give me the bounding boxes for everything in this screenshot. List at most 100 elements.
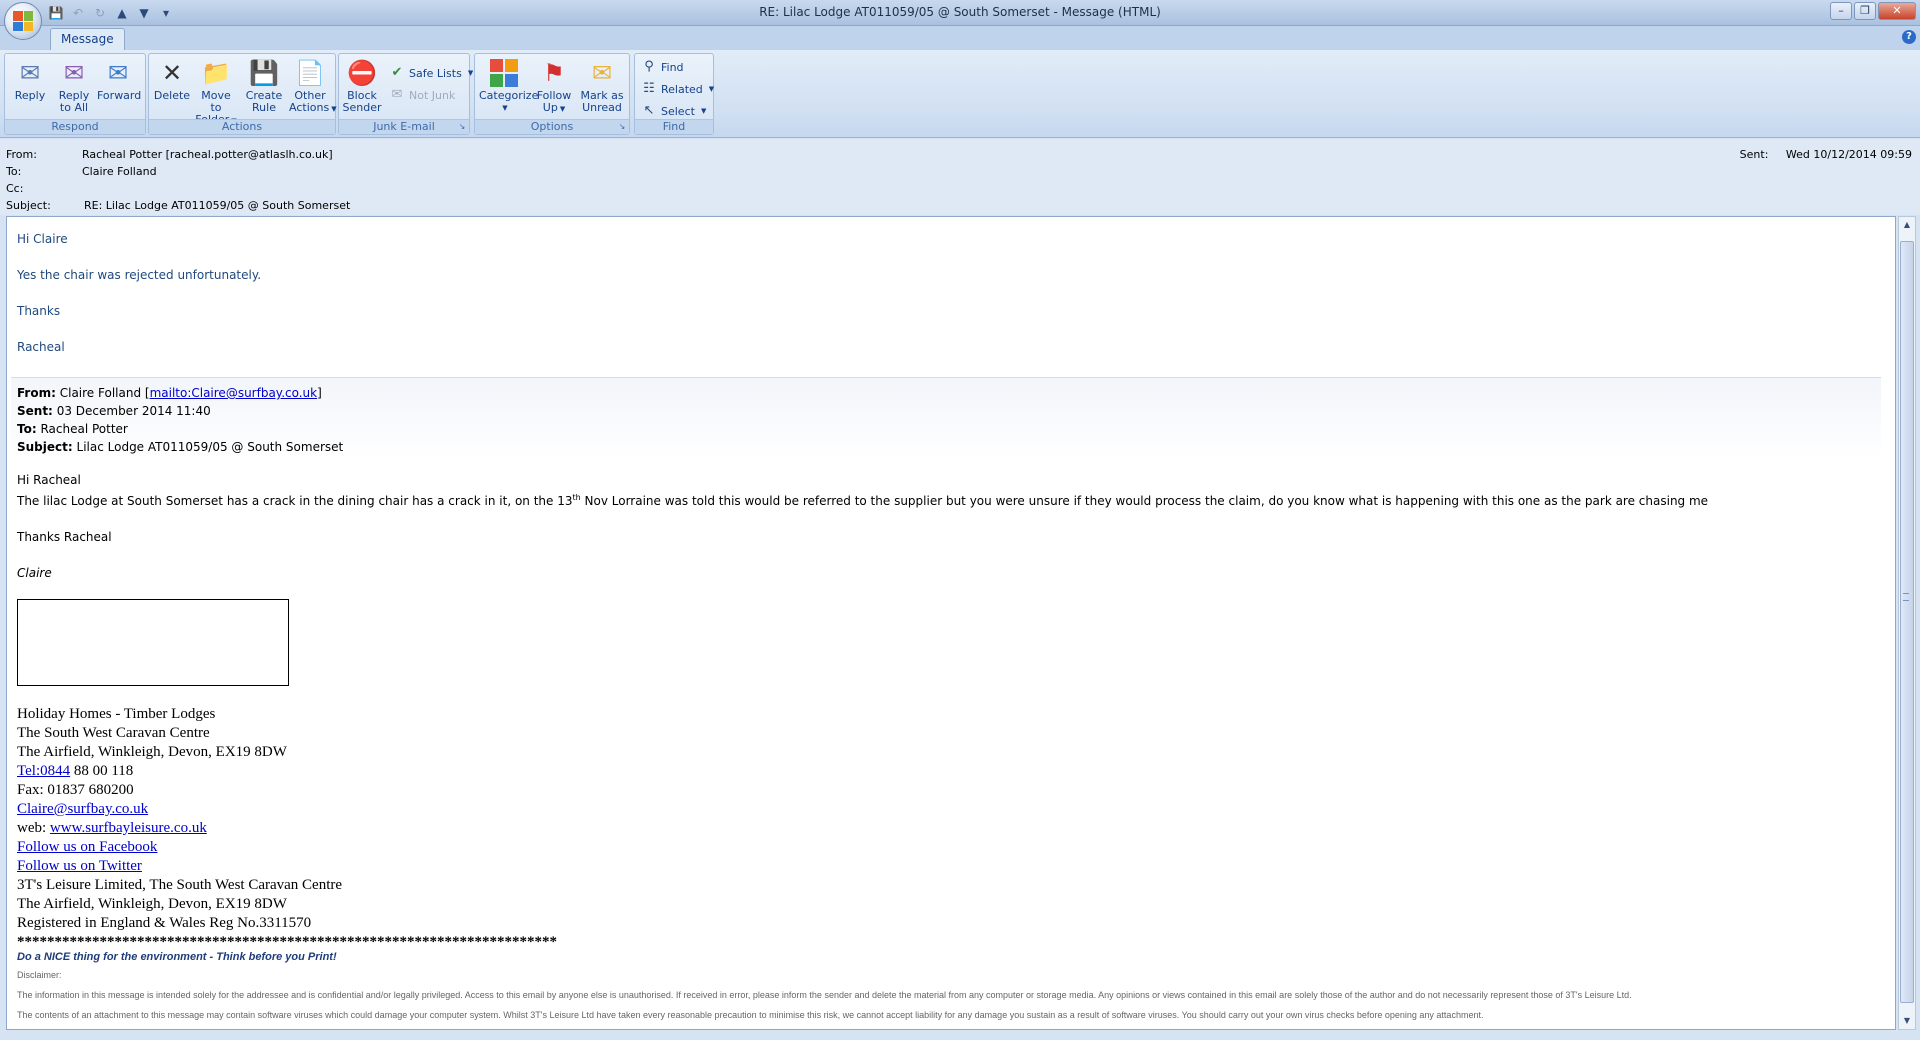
company-line: 3T's Leisure Limited, The South West Car…: [17, 877, 343, 893]
company-line: Registered in England & Wales Reg No.331…: [17, 915, 312, 931]
delete-button[interactable]: ✕ Delete: [151, 58, 193, 118]
twitter-line: Follow us on Twitter: [17, 857, 557, 876]
document-icon: 📄: [295, 59, 325, 87]
select-button[interactable]: ↖ Select ▼: [641, 102, 707, 120]
quoted-body: Hi Racheal The lilac Lodge at South Some…: [17, 471, 1877, 582]
from-label: From:: [6, 148, 37, 161]
web-label: web:: [17, 820, 50, 836]
group-find: ⚲ Find ☷ Related ▼ ↖ Select ▼ Find: [634, 53, 714, 135]
dialog-launcher-icon[interactable]: ↘: [457, 122, 467, 132]
chevron-down-icon: ▼: [559, 105, 566, 113]
chevron-down-icon: ▼: [331, 105, 337, 113]
safe-lists-button[interactable]: ✔ Safe Lists ▼: [389, 64, 474, 82]
forward-button[interactable]: ✉ Forward: [97, 58, 141, 118]
twitter-link[interactable]: Follow us on Twitter: [17, 858, 142, 874]
folder-icon: 📁: [201, 59, 231, 87]
not-junk-button[interactable]: ✉ Not Junk: [389, 86, 456, 104]
company-line: The Airfield, Winkleigh, Devon, EX19 8DW: [17, 896, 287, 912]
to-value[interactable]: Claire Folland: [82, 164, 157, 179]
message-body[interactable]: Hi Claire Yes the chair was rejected unf…: [6, 216, 1896, 1030]
scroll-up-icon[interactable]: ▲: [1899, 217, 1915, 233]
move-label-1: Move to: [201, 89, 231, 114]
email-link[interactable]: Claire@surfbay.co.uk: [17, 801, 148, 817]
move-to-folder-button[interactable]: 📁 Move to Folder▼: [195, 58, 237, 126]
help-icon[interactable]: ?: [1902, 30, 1916, 44]
not-junk-icon: ✉: [391, 87, 403, 102]
create-rule-button[interactable]: 💾 Create Rule: [243, 58, 285, 118]
mark-as-unread-button[interactable]: ✉ Mark as Unread: [579, 58, 625, 118]
binoculars-icon: ⚲: [644, 59, 654, 74]
related-icon: ☷: [643, 81, 655, 96]
related-label: Related: [661, 82, 703, 96]
dialog-launcher-icon[interactable]: ↘: [617, 122, 627, 132]
paragraph-start: The lilac Lodge at South Somerset has a …: [17, 494, 573, 508]
scroll-down-icon[interactable]: ▼: [1899, 1013, 1915, 1029]
quoted-to-value: Racheal Potter: [40, 422, 128, 436]
to-label: To:: [6, 165, 22, 178]
block-sender-button[interactable]: ⛔ Block Sender: [341, 58, 383, 118]
window-controls: – ❐ ✕: [1830, 2, 1916, 20]
web-link[interactable]: www.surfbayleisure.co.uk: [50, 820, 207, 836]
email-footer: Do a NICE thing for the environment - Th…: [17, 951, 1877, 1029]
quoted-subject-label: Subject:: [17, 440, 73, 454]
related-button[interactable]: ☷ Related ▼: [641, 80, 714, 98]
facebook-link[interactable]: Follow us on Facebook: [17, 839, 157, 855]
follow-up-button[interactable]: ⚑ Follow Up ▼: [533, 58, 575, 118]
reply-all-icon: ✉: [63, 59, 85, 87]
select-label: Select: [661, 104, 695, 118]
quoted-from-name: Claire Folland [: [59, 386, 150, 400]
follow-label-2: Up: [542, 101, 558, 114]
quoted-from-link[interactable]: mailto:Claire@surfbay.co.uk: [150, 386, 318, 400]
group-label-options: Options: [475, 119, 629, 134]
ribbon: ✉ Reply ✉ Reply to All ✉ Forward Respond…: [0, 50, 1920, 138]
reply-icon: ✉: [19, 59, 41, 87]
stars-divider: ****************************************…: [17, 934, 557, 950]
group-junk: ⛔ Block Sender ✔ Safe Lists ▼ ✉ Not Junk…: [338, 53, 474, 135]
cc-label: Cc:: [6, 182, 24, 195]
chevron-down-icon: ▼: [700, 107, 707, 115]
quoted-to-label: To:: [17, 422, 37, 436]
minimize-button[interactable]: –: [1830, 2, 1852, 20]
rule-icon: 💾: [249, 59, 279, 87]
tab-message[interactable]: Message: [50, 28, 125, 50]
paragraph-sup: th: [572, 493, 581, 502]
mark-label-2: Unread: [582, 101, 622, 114]
categorize-button[interactable]: Categorize ▼: [479, 58, 538, 118]
quoted-from-label: From:: [17, 386, 56, 400]
follow-label-2-wrap: Up ▼: [533, 102, 575, 115]
categorize-icon: [489, 58, 519, 88]
disclaimer-label: Disclaimer:: [17, 970, 62, 980]
reply-label: Reply: [14, 89, 46, 102]
close-button[interactable]: ✕: [1878, 2, 1916, 20]
delete-icon: ✕: [161, 59, 183, 87]
scroll-grip-icon: [1903, 593, 1909, 601]
chevron-down-icon: ▼: [467, 69, 474, 77]
group-options: Categorize ▼ ⚑ Follow Up ▼ ✉ Mark as Unre…: [474, 53, 630, 135]
tel-line: Tel:0844 88 00 118: [17, 762, 557, 781]
reply-button[interactable]: ✉ Reply: [9, 58, 51, 118]
environment-note: Do a NICE thing for the environment - Th…: [17, 951, 337, 963]
email-line: Claire@surfbay.co.uk: [17, 800, 557, 819]
quoted-subject-row: Subject: Lilac Lodge AT011059/05 @ South…: [17, 438, 1875, 456]
other-label-2-wrap: Actions ▼: [289, 101, 337, 115]
other-label-2: Actions: [289, 101, 330, 114]
find-button[interactable]: ⚲ Find: [641, 58, 683, 76]
title-bar: 💾 ↶ ↻ ▲ ▼ ▾ RE: Lilac Lodge AT011059/05 …: [0, 0, 1920, 26]
quoted-sent-row: Sent: 03 December 2014 11:40: [17, 402, 1875, 420]
reply-all-button[interactable]: ✉ Reply to All: [53, 58, 95, 118]
tel-link[interactable]: Tel:0844: [17, 763, 70, 779]
quoted-header: From: Claire Folland [mailto:Claire@surf…: [11, 377, 1881, 461]
scroll-thumb[interactable]: [1900, 241, 1914, 1003]
web-line: web: www.surfbayleisure.co.uk: [17, 819, 557, 838]
other-actions-button[interactable]: 📄 Other Actions ▼: [289, 58, 337, 118]
vertical-scrollbar[interactable]: ▲ ▼: [1898, 216, 1916, 1030]
reply-line: Racheal: [17, 340, 65, 354]
from-value[interactable]: Racheal Potter [racheal.potter@atlaslh.c…: [82, 147, 333, 162]
restore-button[interactable]: ❐: [1854, 2, 1876, 20]
chevron-down-icon: ▼: [708, 85, 715, 93]
flag-icon: ⚑: [543, 59, 565, 87]
sent-label: Sent:: [1739, 148, 1769, 161]
thanks-line: Thanks Racheal: [17, 530, 112, 544]
office-button[interactable]: [4, 2, 42, 40]
